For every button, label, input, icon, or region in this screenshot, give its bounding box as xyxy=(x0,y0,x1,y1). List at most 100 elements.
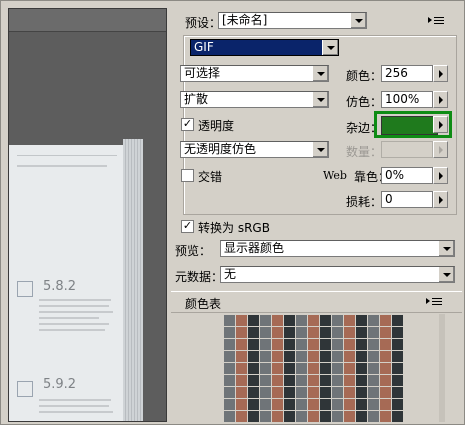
file-format-select[interactable]: GIF xyxy=(190,39,339,56)
color-swatch[interactable] xyxy=(368,387,379,398)
color-table-grid[interactable] xyxy=(223,314,409,422)
color-swatch[interactable] xyxy=(224,387,235,398)
color-swatch[interactable] xyxy=(368,351,379,362)
color-swatch[interactable] xyxy=(356,375,367,386)
color-swatch[interactable] xyxy=(260,375,271,386)
color-swatch[interactable] xyxy=(368,399,379,410)
color-swatch[interactable] xyxy=(308,375,319,386)
color-swatch[interactable] xyxy=(248,315,259,326)
color-swatch[interactable] xyxy=(272,327,283,338)
color-swatch[interactable] xyxy=(224,363,235,374)
color-swatch[interactable] xyxy=(320,411,331,422)
color-swatch[interactable] xyxy=(380,411,391,422)
color-swatch[interactable] xyxy=(224,351,235,362)
color-swatch[interactable] xyxy=(248,327,259,338)
color-swatch[interactable] xyxy=(236,315,247,326)
color-swatch[interactable] xyxy=(224,375,235,386)
interlaced-checkbox[interactable] xyxy=(181,169,194,182)
color-swatch[interactable] xyxy=(308,351,319,362)
color-swatch[interactable] xyxy=(236,339,247,350)
color-swatch[interactable] xyxy=(236,387,247,398)
color-swatch[interactable] xyxy=(296,387,307,398)
color-swatch[interactable] xyxy=(320,363,331,374)
transparency-dither-select[interactable]: 无透明度仿色 xyxy=(180,141,329,158)
color-swatch[interactable] xyxy=(272,339,283,350)
color-swatch[interactable] xyxy=(296,411,307,422)
web-snap-input[interactable]: 0% xyxy=(381,167,433,184)
color-swatch[interactable] xyxy=(332,339,343,350)
color-swatch[interactable] xyxy=(392,339,403,350)
color-swatch[interactable] xyxy=(344,375,355,386)
color-swatch[interactable] xyxy=(260,327,271,338)
color-swatch[interactable] xyxy=(356,315,367,326)
color-swatch[interactable] xyxy=(248,339,259,350)
color-swatch[interactable] xyxy=(344,387,355,398)
color-swatch[interactable] xyxy=(356,387,367,398)
color-swatch[interactable] xyxy=(356,339,367,350)
color-swatch[interactable] xyxy=(260,411,271,422)
color-swatch[interactable] xyxy=(272,351,283,362)
color-swatch[interactable] xyxy=(284,339,295,350)
color-swatch[interactable] xyxy=(272,315,283,326)
color-swatch[interactable] xyxy=(392,375,403,386)
colors-stepper-icon[interactable] xyxy=(433,65,448,82)
color-swatch[interactable] xyxy=(320,387,331,398)
color-swatch[interactable] xyxy=(368,315,379,326)
color-swatch[interactable] xyxy=(296,375,307,386)
color-swatch[interactable] xyxy=(296,363,307,374)
color-swatch[interactable] xyxy=(332,387,343,398)
color-swatch[interactable] xyxy=(344,315,355,326)
color-swatch[interactable] xyxy=(344,339,355,350)
color-swatch[interactable] xyxy=(260,399,271,410)
color-swatch[interactable] xyxy=(248,363,259,374)
color-swatch[interactable] xyxy=(380,315,391,326)
color-swatch[interactable] xyxy=(380,327,391,338)
color-swatch[interactable] xyxy=(344,363,355,374)
color-swatch[interactable] xyxy=(248,399,259,410)
color-swatch[interactable] xyxy=(296,351,307,362)
color-swatch[interactable] xyxy=(224,411,235,422)
color-swatch[interactable] xyxy=(308,363,319,374)
color-swatch[interactable] xyxy=(236,399,247,410)
color-swatch[interactable] xyxy=(392,387,403,398)
color-swatch[interactable] xyxy=(320,375,331,386)
color-swatch[interactable] xyxy=(224,399,235,410)
preview-select[interactable]: 显示器颜色 xyxy=(220,240,455,257)
color-swatch[interactable] xyxy=(236,351,247,362)
color-swatch[interactable] xyxy=(320,339,331,350)
color-swatch[interactable] xyxy=(344,327,355,338)
color-swatch[interactable] xyxy=(392,363,403,374)
color-swatch[interactable] xyxy=(356,399,367,410)
color-swatch[interactable] xyxy=(320,315,331,326)
preset-select[interactable]: [未命名] xyxy=(218,12,367,29)
color-swatch[interactable] xyxy=(248,387,259,398)
color-swatch[interactable] xyxy=(284,315,295,326)
color-swatch[interactable] xyxy=(272,363,283,374)
color-swatch[interactable] xyxy=(272,387,283,398)
color-swatch[interactable] xyxy=(308,411,319,422)
color-swatch[interactable] xyxy=(284,351,295,362)
color-swatch[interactable] xyxy=(332,375,343,386)
color-swatch[interactable] xyxy=(284,327,295,338)
image-preview[interactable]: 5.8.2 5.9.2 xyxy=(8,8,167,422)
color-swatch[interactable] xyxy=(368,375,379,386)
color-swatch[interactable] xyxy=(332,399,343,410)
color-swatch[interactable] xyxy=(392,351,403,362)
color-swatch[interactable] xyxy=(308,387,319,398)
color-swatch[interactable] xyxy=(248,411,259,422)
color-swatch[interactable] xyxy=(332,315,343,326)
colors-input[interactable]: 256 xyxy=(381,65,433,82)
color-swatch[interactable] xyxy=(380,375,391,386)
color-reduction-select[interactable]: 可选择 xyxy=(180,65,329,82)
color-swatch[interactable] xyxy=(272,375,283,386)
color-swatch[interactable] xyxy=(236,375,247,386)
dither-stepper-icon[interactable] xyxy=(433,91,448,108)
color-swatch[interactable] xyxy=(296,315,307,326)
panel-menu-icon[interactable] xyxy=(426,298,442,307)
color-swatch[interactable] xyxy=(368,363,379,374)
color-swatch[interactable] xyxy=(320,327,331,338)
color-swatch[interactable] xyxy=(284,375,295,386)
color-swatch[interactable] xyxy=(332,411,343,422)
color-swatch[interactable] xyxy=(260,387,271,398)
color-swatch[interactable] xyxy=(332,363,343,374)
